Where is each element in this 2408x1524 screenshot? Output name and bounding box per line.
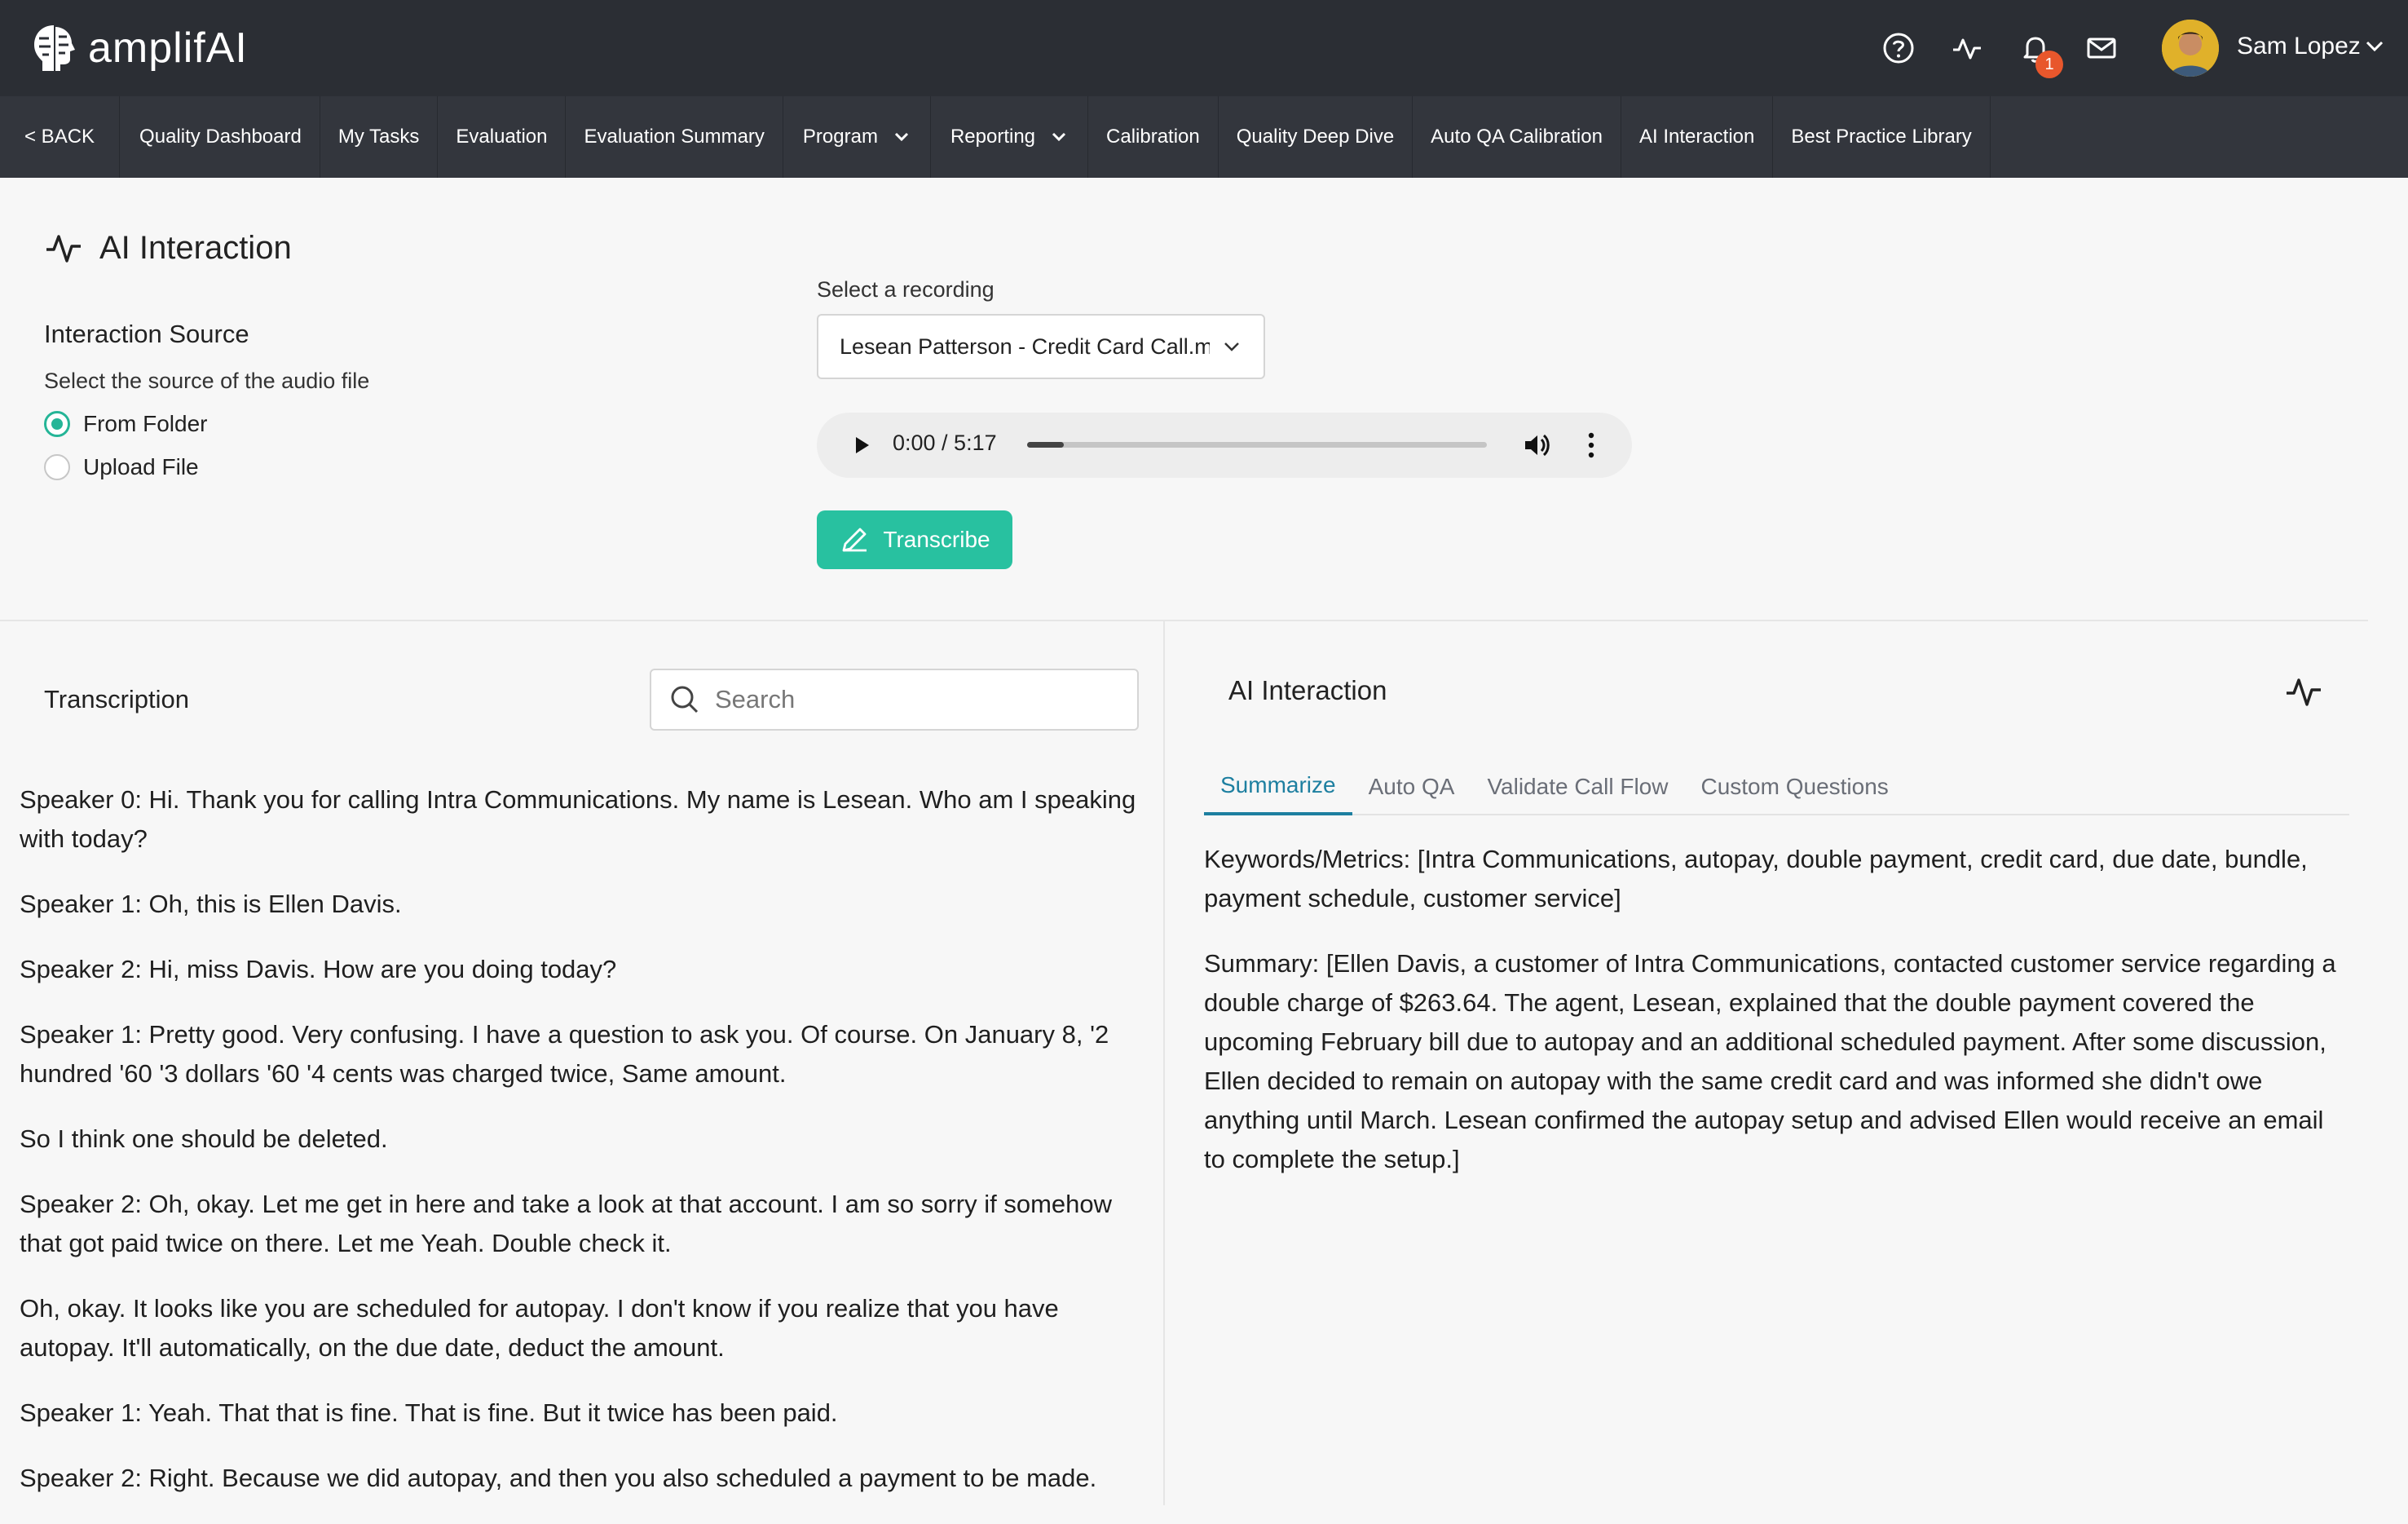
nav-evaluation[interactable]: Evaluation [438, 96, 567, 178]
tab-auto-qa[interactable]: Auto QA [1352, 758, 1471, 815]
transcript-line: Oh, okay. It looks like you are schedule… [20, 1294, 1059, 1362]
nav-program[interactable]: Program [783, 96, 931, 178]
brand-logo[interactable]: amplifAI [31, 21, 248, 75]
page-title: AI Interaction [44, 228, 292, 267]
nav-best-practice-library[interactable]: Best Practice Library [1773, 96, 1991, 178]
page-title-text: AI Interaction [99, 229, 292, 266]
transcript-line: Speaker 2: Right. Because we did autopay… [20, 1464, 1097, 1492]
audio-seek-bar[interactable] [1027, 442, 1487, 448]
audio-player: 0:00 / 5:17 [817, 413, 1632, 478]
play-icon[interactable] [851, 435, 872, 456]
activity-icon [2287, 678, 2321, 706]
nav-reporting-label: Reporting [950, 126, 1036, 148]
activity-icon[interactable] [1948, 29, 1986, 67]
more-options-icon[interactable] [1586, 431, 1596, 459]
transcript-line: Speaker 1: Pretty good. Very confusing. … [20, 1020, 1109, 1088]
transcript-line: So I think one should be deleted. [20, 1124, 388, 1153]
transcribe-button-label: Transcribe [883, 527, 990, 552]
ai-panel-title: AI Interaction [1228, 675, 1387, 705]
nav-reporting[interactable]: Reporting [931, 96, 1089, 178]
nav-my-tasks[interactable]: My Tasks [320, 96, 439, 178]
user-menu-chevron-icon[interactable] [2364, 36, 2385, 61]
chevron-down-icon [1052, 132, 1066, 142]
panel-divider [1163, 621, 1165, 1505]
nav-ai-interaction[interactable]: AI Interaction [1621, 96, 1774, 178]
radio-button-selected[interactable] [44, 411, 70, 437]
radio-button[interactable] [44, 454, 70, 480]
top-bar: amplifAI 1 Sam Lopez [0, 0, 2408, 96]
nav-calibration[interactable]: Calibration [1088, 96, 1219, 178]
audio-progress [1027, 442, 1065, 448]
search-icon [671, 686, 699, 713]
interaction-source-heading: Interaction Source [44, 320, 249, 348]
interaction-source-subtitle: Select the source of the audio file [44, 369, 370, 393]
tab-validate-call-flow[interactable]: Validate Call Flow [1471, 758, 1684, 815]
ai-tabs: Summarize Auto QA Validate Call Flow Cus… [1204, 758, 2349, 815]
radio-from-folder-label: From Folder [83, 411, 208, 436]
nav-auto-qa-calibration[interactable]: Auto QA Calibration [1413, 96, 1621, 178]
transcript-line: Speaker 1: Yeah. That that is fine. That… [20, 1398, 838, 1427]
transcription-search[interactable] [650, 669, 1139, 731]
radio-upload-file[interactable]: Upload File [44, 454, 199, 480]
radio-upload-file-label: Upload File [83, 454, 199, 479]
audio-time: 0:00 / 5:17 [893, 431, 997, 455]
nav-program-label: Program [802, 126, 878, 148]
search-input[interactable] [713, 684, 1121, 715]
main-nav: < BACK Quality Dashboard My Tasks Evalua… [0, 96, 2408, 178]
nav-back[interactable]: < BACK [0, 96, 121, 178]
summary-content: Keywords/Metrics: [Intra Communications,… [1204, 840, 2349, 1205]
nav-quality-dashboard[interactable]: Quality Dashboard [120, 96, 320, 178]
radio-from-folder[interactable]: From Folder [44, 411, 207, 437]
keywords-text: Keywords/Metrics: [Intra Communications,… [1204, 845, 2308, 912]
brain-logo-icon [34, 25, 75, 71]
nav-quality-deep-dive[interactable]: Quality Deep Dive [1219, 96, 1413, 178]
mail-icon[interactable] [2083, 29, 2120, 67]
chevron-down-icon [894, 132, 909, 142]
volume-icon[interactable] [1521, 430, 1552, 461]
transcript-list: Speaker 0: Hi. Thank you for calling Int… [20, 780, 1153, 1524]
transcription-title: Transcription [44, 685, 190, 713]
transcript-line: Speaker 2: Oh, okay. Let me get in here … [20, 1190, 1113, 1257]
avatar[interactable] [2162, 20, 2219, 77]
pencil-icon [842, 528, 867, 552]
summary-text: Summary: [Ellen Davis, a customer of Int… [1204, 949, 2336, 1173]
chevron-down-icon [1224, 342, 1239, 351]
transcript-line: Speaker 0: Hi. Thank you for calling Int… [20, 785, 1136, 853]
tab-summarize[interactable]: Summarize [1204, 758, 1352, 815]
brand-name: amplifAI [88, 24, 248, 72]
recording-select[interactable]: Lesean Patterson - Credit Card Call.mp3 [817, 314, 1265, 379]
transcript-line: Speaker 2: Hi, miss Davis. How are you d… [20, 955, 617, 983]
nav-evaluation-summary[interactable]: Evaluation Summary [566, 96, 783, 178]
recording-label: Select a recording [817, 277, 995, 302]
user-name[interactable]: Sam Lopez [2237, 33, 2361, 60]
transcript-line: Speaker 1: Oh, this is Ellen Davis. [20, 890, 402, 918]
help-icon[interactable] [1880, 29, 1917, 67]
activity-icon [46, 235, 81, 263]
recording-select-value: Lesean Patterson - Credit Card Call.mp3 [840, 334, 1210, 359]
section-divider [0, 620, 2368, 621]
tab-custom-questions[interactable]: Custom Questions [1684, 758, 1904, 815]
user-avatar-icon [2162, 20, 2219, 77]
transcribe-button[interactable]: Transcribe [817, 510, 1012, 569]
notification-badge: 1 [2035, 51, 2063, 78]
